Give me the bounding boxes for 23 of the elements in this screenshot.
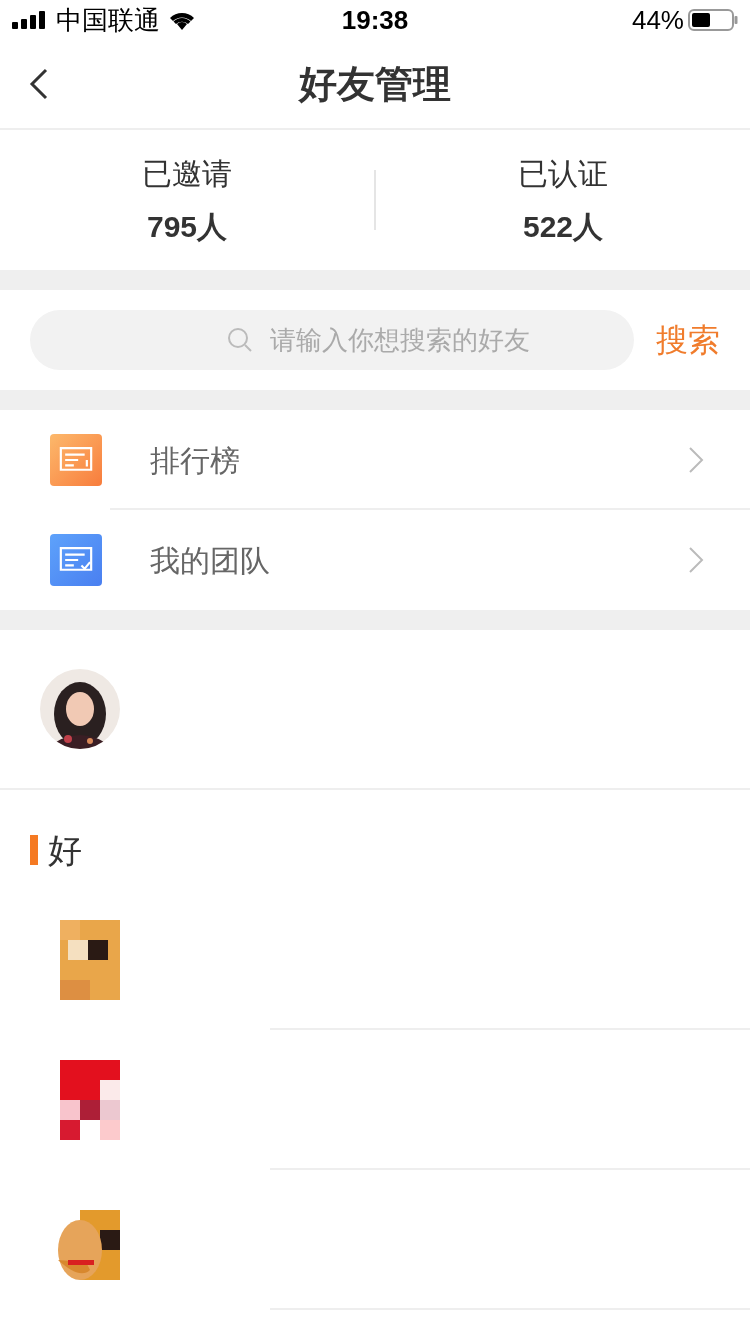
section-title: 好 bbox=[48, 829, 82, 871]
ranking-icon bbox=[50, 434, 102, 486]
status-time: 19:38 bbox=[341, 3, 409, 37]
signal-icon bbox=[12, 11, 48, 29]
battery-percent: 44% bbox=[631, 3, 684, 37]
battery-icon bbox=[688, 9, 738, 31]
menu-label: 排行榜 bbox=[150, 442, 240, 479]
checklist-icon bbox=[50, 534, 102, 586]
search-field[interactable]: 请输入你想搜索的好友 bbox=[30, 310, 634, 370]
search-icon bbox=[227, 327, 253, 353]
menu-label: 我的团队 bbox=[150, 542, 270, 579]
wifi-icon bbox=[168, 10, 196, 30]
page-title: 好友管理 bbox=[299, 61, 451, 107]
chevron-icon bbox=[688, 446, 704, 474]
stat-label: 已邀请 bbox=[142, 156, 232, 192]
chevron-icon bbox=[688, 546, 704, 574]
carrier-name: 中国联通 bbox=[56, 3, 160, 37]
menu-row[interactable]: 排行榜 bbox=[0, 410, 750, 510]
stat-value: 522人 bbox=[522, 209, 604, 245]
stat-label: 已认证 bbox=[518, 156, 608, 192]
accent-bar bbox=[30, 835, 38, 865]
stat-value: 795人 bbox=[146, 209, 228, 245]
menu-row[interactable]: 我的团队 bbox=[0, 510, 750, 610]
